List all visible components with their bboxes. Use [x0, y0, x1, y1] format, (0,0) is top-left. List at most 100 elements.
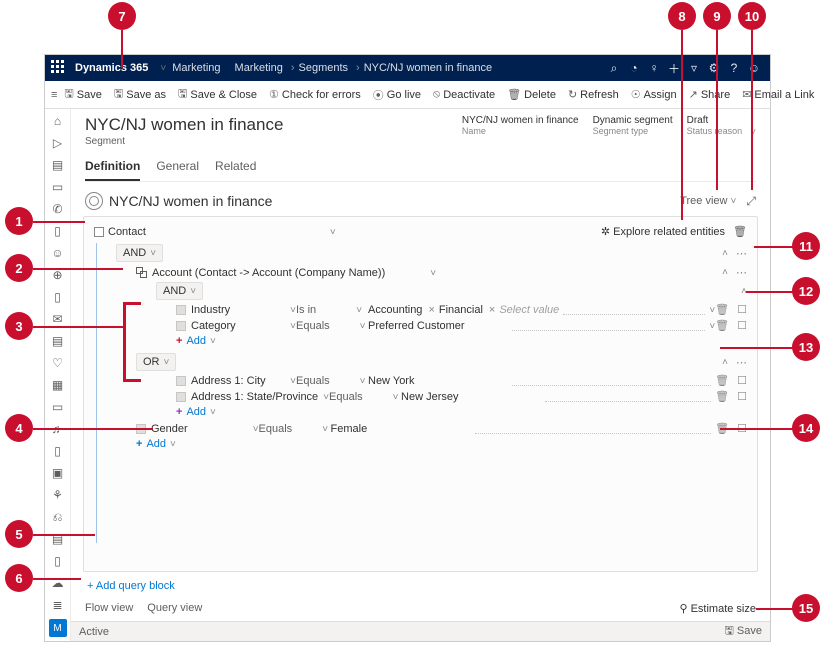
add-clause-button[interactable]: +Add — [176, 335, 216, 347]
group-menu-icon[interactable] — [736, 266, 747, 279]
delete-clause-icon[interactable]: 🗑 — [715, 374, 729, 387]
operator-selector[interactable]: Equals — [329, 391, 401, 403]
task-icon[interactable]: ◔ — [624, 61, 644, 75]
operator-selector[interactable]: Equals — [296, 320, 368, 332]
estimate-size-button[interactable]: ⚲ Estimate size — [679, 602, 756, 615]
checkbox-icon[interactable]: ☐ — [737, 390, 747, 403]
record-state-label: Active — [79, 626, 109, 638]
delete-clause-icon[interactable]: 🗑 — [715, 390, 729, 403]
rail-card-icon[interactable]: ▭ — [50, 179, 66, 195]
query-view-button[interactable]: Query view — [147, 602, 202, 615]
save-button[interactable]: 🖫Save — [59, 85, 106, 104]
settings-icon[interactable]: ⚙ — [704, 61, 724, 75]
user-icon[interactable]: ☺ — [744, 61, 764, 75]
tree-view-toggle[interactable]: Tree view — [680, 195, 736, 207]
assign-button[interactable]: ☉Assign — [626, 88, 682, 101]
hamburger-icon[interactable]: ≡ — [51, 89, 57, 101]
operator-or[interactable]: OR — [136, 353, 176, 371]
collapse-group-icon[interactable] — [722, 247, 728, 260]
help-icon[interactable]: ? — [724, 61, 744, 75]
rail-link-icon[interactable]: ⎌ — [50, 509, 66, 525]
rail-copy-icon[interactable]: ▯ — [50, 553, 66, 569]
rail-heart-icon[interactable]: ♡ — [50, 355, 66, 371]
value-input[interactable]: New York — [368, 375, 508, 387]
tab-general[interactable]: General — [156, 155, 199, 181]
rail-phone-icon[interactable]: ✆ — [50, 201, 66, 217]
rail-doc-icon[interactable]: ▯ — [50, 443, 66, 459]
field-label: Category — [191, 320, 236, 332]
fullscreen-icon[interactable]: ⤢ — [746, 194, 756, 209]
value-input[interactable]: Female — [331, 423, 471, 435]
rail-home-icon[interactable]: ⌂ — [50, 113, 66, 129]
operator-and-1[interactable]: AND — [116, 244, 163, 262]
save-as-button[interactable]: 🖫Save as — [109, 85, 171, 104]
add-query-block-button[interactable]: + Add query block — [87, 580, 175, 592]
share-button[interactable]: ↗Share — [684, 88, 736, 101]
search-icon[interactable]: ⌕ — [604, 61, 624, 76]
operator-selector[interactable]: Equals — [259, 423, 331, 435]
rail-image-icon[interactable]: ▣ — [50, 465, 66, 481]
checkbox-icon[interactable]: ☐ — [737, 374, 747, 387]
value-placeholder: Select value — [499, 304, 559, 316]
breadcrumb-1[interactable]: Marketing — [235, 62, 283, 74]
value-input[interactable]: Accounting× Financial× Select value — [368, 304, 559, 316]
checkbox-icon[interactable]: ☐ — [737, 319, 747, 332]
delete-block-icon[interactable]: 🗑 — [733, 225, 747, 238]
operator-and-2[interactable]: AND — [156, 282, 203, 300]
delete-button[interactable]: 🗑Delete — [502, 88, 561, 101]
rail-book-icon[interactable]: ▯ — [50, 223, 66, 239]
delete-clause-icon[interactable]: 🗑 — [715, 303, 729, 316]
operator-selector[interactable]: Is in — [296, 304, 368, 316]
rail-calendar-icon[interactable]: ▭ — [50, 399, 66, 415]
collapse-group-icon[interactable] — [722, 356, 728, 369]
assistant-icon[interactable]: ♀ — [644, 61, 664, 75]
refresh-button[interactable]: ↻Refresh — [563, 88, 624, 101]
operator-selector[interactable]: Equals — [296, 375, 368, 387]
save-close-button[interactable]: 🖫Save & Close — [173, 85, 262, 104]
app-launcher-icon[interactable] — [51, 60, 67, 76]
footer-save-button[interactable]: 🖫 Save — [724, 622, 762, 641]
rail-stack-icon[interactable]: ≣ — [50, 597, 66, 613]
rail-tree-icon[interactable]: ⚘ — [50, 487, 66, 503]
flow-view-button[interactable]: Flow view — [85, 602, 133, 615]
field-selector[interactable]: Gender — [136, 423, 259, 435]
rail-chat-icon[interactable]: ✉ — [50, 311, 66, 327]
value-input[interactable]: New Jersey — [401, 391, 541, 403]
checkbox-icon[interactable]: ☐ — [737, 303, 747, 316]
rail-note-icon[interactable]: ▯ — [50, 289, 66, 305]
rail-form-icon[interactable]: ▤ — [50, 333, 66, 349]
tab-related[interactable]: Related — [215, 155, 256, 181]
field-selector[interactable]: Address 1: City — [176, 375, 296, 387]
field-selector[interactable]: Category — [176, 320, 296, 332]
remove-chip-icon[interactable]: × — [489, 304, 495, 316]
filter-icon[interactable]: ▿ — [684, 61, 704, 75]
check-errors-button[interactable]: ①Check for errors — [264, 88, 366, 101]
add-clause-button[interactable]: +Add — [176, 406, 216, 418]
field-selector[interactable]: Address 1: State/Province — [176, 391, 329, 403]
rail-grid-icon[interactable]: ▦ — [50, 377, 66, 393]
explore-related-button[interactable]: ✲ Explore related entities — [601, 225, 725, 238]
related-entity-selector[interactable]: Account (Contact -> Account (Company Nam… — [136, 267, 436, 279]
go-live-button[interactable]: ⦿Go live — [368, 87, 426, 103]
email-link-button[interactable]: ✉Email a Link — [737, 88, 819, 101]
area-label[interactable]: Marketing — [172, 62, 220, 74]
group-menu-icon[interactable] — [736, 247, 747, 260]
remove-chip-icon[interactable]: × — [428, 304, 434, 316]
group-menu-icon[interactable] — [736, 356, 747, 369]
breadcrumb-2[interactable]: Segments — [299, 62, 349, 74]
root-entity-selector[interactable]: Contact — [94, 226, 336, 238]
flow-button[interactable]: ∞Flow — [821, 89, 825, 101]
rail-list-icon[interactable]: ▤ — [50, 157, 66, 173]
rail-play-icon[interactable]: ▷ — [50, 135, 66, 151]
delete-clause-icon[interactable]: 🗑 — [715, 319, 729, 332]
brand-chevron-icon[interactable] — [160, 62, 166, 74]
add-clause-button[interactable]: +Add — [136, 438, 176, 450]
breadcrumb-3[interactable]: NYC/NJ women in finance — [364, 62, 492, 74]
rail-person-icon[interactable]: ☺ — [50, 245, 66, 261]
deactivate-button[interactable]: ⦸Deactivate — [428, 88, 500, 101]
value-input[interactable]: Preferred Customer — [368, 320, 508, 332]
tab-definition[interactable]: Definition — [85, 155, 140, 181]
rail-area-switch[interactable]: M — [49, 619, 67, 637]
field-selector[interactable]: Industry — [176, 304, 296, 316]
collapse-group-icon[interactable] — [722, 266, 728, 279]
